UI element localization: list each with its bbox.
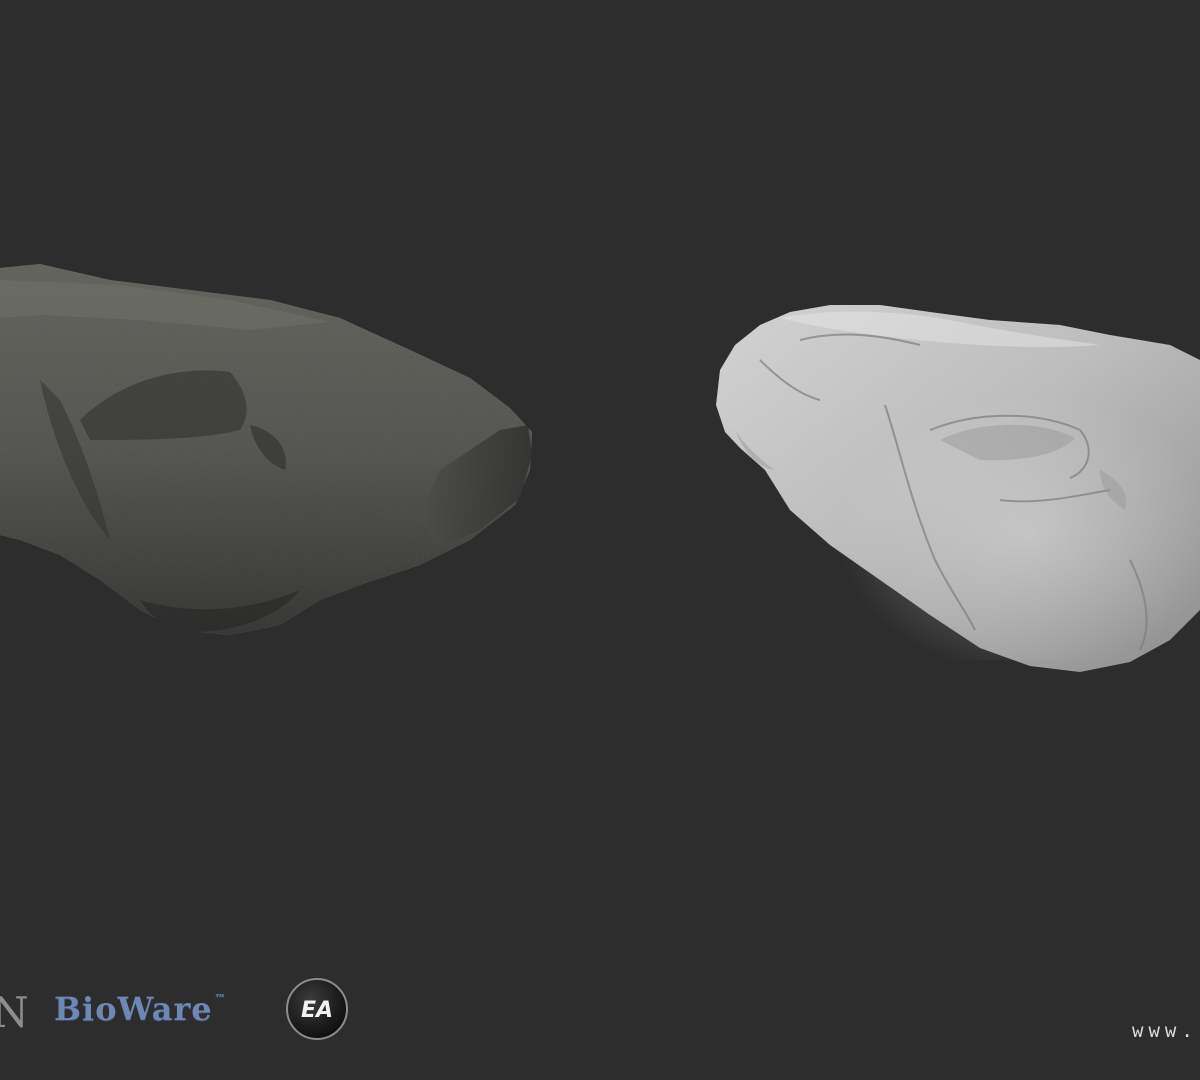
ea-logo-icon: EA: [286, 978, 348, 1040]
website-url-partial: www.: [1132, 1020, 1198, 1042]
bioware-logo-text: BioWare: [54, 990, 213, 1028]
rock-renders: [0, 264, 1200, 672]
bioware-logo: BioWare ™: [54, 990, 227, 1028]
trademark-mark: ™: [214, 992, 227, 1005]
partial-game-logo: N: [0, 988, 29, 1037]
ea-logo-text: EA: [301, 998, 333, 1023]
render-stage: [0, 0, 1200, 1080]
untextured-sculpt-model: [716, 305, 1200, 672]
textured-rock-model: [0, 264, 532, 635]
